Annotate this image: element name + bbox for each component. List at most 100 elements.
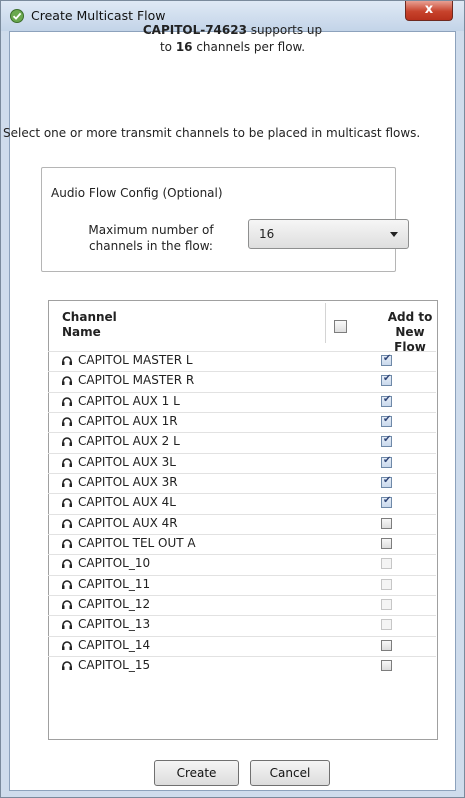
- channel-name: CAPITOL_11: [78, 576, 151, 591]
- channel-name: CAPITOL MASTER L: [78, 353, 193, 367]
- row-divider: [48, 351, 436, 352]
- table-row[interactable]: CAPITOL_14: [48, 635, 436, 656]
- headphones-icon: [62, 457, 72, 467]
- max-label-line2: channels in the flow:: [89, 239, 213, 253]
- channel-name: CAPITOL_14: [78, 637, 151, 652]
- add-to-flow-checkbox[interactable]: ✔: [381, 414, 392, 428]
- table-row[interactable]: CAPITOL AUX 1 L ✔: [48, 391, 436, 412]
- headphones-icon: [62, 498, 72, 508]
- select-all-checkbox[interactable]: [334, 320, 347, 333]
- add-to-flow-checkbox[interactable]: ✔: [381, 475, 392, 489]
- table-row[interactable]: CAPITOL AUX 4R: [48, 513, 436, 534]
- table-row[interactable]: CAPITOL AUX 2 L ✔: [48, 432, 436, 452]
- row-divider: [48, 635, 436, 637]
- channel-name: CAPITOL AUX 4R: [78, 515, 178, 530]
- add-to-flow-checkbox: [381, 599, 392, 611]
- headphones-icon: [62, 620, 72, 630]
- channel-name: CAPITOL AUX 1R: [78, 414, 178, 429]
- table-row[interactable]: CAPITOL AUX 4L ✔: [48, 493, 436, 513]
- add-to-flow-checkbox[interactable]: ✔: [381, 394, 392, 407]
- group-legend: Audio Flow Config (Optional): [49, 186, 225, 200]
- header-separator: [325, 303, 326, 343]
- table-row[interactable]: CAPITOL AUX 3L ✔: [48, 452, 436, 473]
- headphones-icon: [62, 641, 72, 650]
- close-icon: x: [424, 2, 434, 17]
- row-divider: [48, 513, 436, 515]
- checkmark-icon: ✔: [383, 434, 392, 446]
- table-row[interactable]: CAPITOL_12: [48, 595, 436, 615]
- col-name-line1: Channel: [62, 310, 117, 324]
- table-row[interactable]: CAPITOL_13: [48, 615, 436, 635]
- shield-check-icon: [10, 9, 24, 23]
- create-button[interactable]: Create: [154, 760, 239, 786]
- cancel-button[interactable]: Cancel: [250, 760, 330, 786]
- row-divider: [48, 493, 436, 495]
- checkmark-icon: ✔: [383, 414, 392, 426]
- max-label-line1: Maximum number of: [88, 223, 214, 237]
- channel-name: CAPITOL MASTER R: [78, 373, 195, 388]
- column-header-channel-name: Channel Name: [62, 310, 117, 340]
- checkmark-icon: ✔: [383, 475, 392, 487]
- headphones-icon: [62, 518, 72, 528]
- headphones-icon: [62, 396, 72, 406]
- add-to-flow-checkbox[interactable]: [381, 660, 392, 672]
- headphones-icon: [62, 376, 72, 386]
- channel-name: CAPITOL_12: [78, 597, 151, 612]
- checkmark-icon: ✔: [383, 454, 392, 466]
- row-divider: [48, 412, 436, 414]
- add-to-flow-checkbox[interactable]: [381, 639, 392, 651]
- column-header-add-to-new-flow: Add to New Flow: [382, 310, 438, 355]
- add-to-flow-checkbox[interactable]: ✔: [381, 434, 392, 448]
- row-divider: [48, 656, 436, 658]
- table-row[interactable]: CAPITOL AUX 3R ✔: [48, 473, 436, 493]
- col-add-line1: Add to: [387, 310, 433, 324]
- add-to-flow-checkbox[interactable]: ✔: [381, 495, 392, 509]
- device-name: CAPITOL-74623: [142, 23, 247, 37]
- support-info-line2: to 16 channels per flow.: [0, 40, 465, 54]
- channel-name: CAPITOL AUX 2 L: [78, 434, 180, 449]
- headphones-icon: [62, 559, 72, 569]
- table-row[interactable]: CAPITOL_11: [48, 574, 436, 595]
- table-row[interactable]: CAPITOL MASTER R ✔: [48, 371, 436, 391]
- add-to-flow-checkbox[interactable]: ✔: [381, 373, 392, 387]
- add-to-flow-checkbox[interactable]: ✔: [381, 353, 392, 366]
- row-divider: [48, 615, 436, 617]
- checkmark-icon: ✔: [383, 353, 392, 364]
- max-channels-label: Maximum number of channels in the flow:: [66, 222, 236, 254]
- add-to-flow-checkbox[interactable]: ✔: [381, 454, 392, 468]
- select-value: 16: [259, 227, 275, 241]
- window-title: Create Multicast Flow: [31, 8, 166, 23]
- close-button[interactable]: x: [405, 1, 453, 21]
- table-row[interactable]: CAPITOL_10: [48, 554, 436, 574]
- max-channels-count: 16: [175, 40, 193, 54]
- row-divider: [48, 554, 436, 556]
- channel-name: CAPITOL_15: [78, 658, 151, 673]
- col-name-line2: Name: [62, 325, 101, 339]
- table-row[interactable]: CAPITOL TEL OUT A: [48, 534, 436, 554]
- row-divider: [48, 595, 436, 597]
- max-channels-select[interactable]: 16: [248, 219, 409, 249]
- channel-name: CAPITOL TEL OUT A: [78, 536, 196, 551]
- row-divider: [48, 452, 436, 454]
- channel-name: CAPITOL AUX 1 L: [78, 393, 180, 408]
- add-to-flow-checkbox: [381, 578, 392, 590]
- add-to-flow-checkbox[interactable]: [381, 517, 392, 529]
- headphones-icon: [62, 437, 72, 447]
- support-text: supports up: [246, 23, 323, 37]
- channel-name: CAPITOL AUX 3L: [78, 454, 176, 469]
- dropdown-arrow-icon: [390, 232, 398, 237]
- channel-name: CAPITOL AUX 3R: [78, 475, 178, 490]
- checkmark-icon: ✔: [383, 495, 392, 507]
- channel-name: CAPITOL_13: [78, 617, 151, 632]
- channel-rows: CAPITOL MASTER L ✔ CAPITOL MASTER R ✔ CAPITO…: [48, 351, 436, 677]
- add-to-flow-checkbox: [381, 619, 392, 631]
- add-to-flow-checkbox[interactable]: [381, 538, 392, 550]
- row-divider: [48, 432, 436, 434]
- row-divider: [48, 371, 436, 373]
- channel-name: CAPITOL AUX 4L: [78, 495, 176, 510]
- checkmark-icon: ✔: [383, 373, 392, 385]
- support-info-line1: CAPITOL-74623 supports up: [0, 23, 465, 37]
- table-row[interactable]: CAPITOL MASTER L ✔: [48, 351, 436, 371]
- table-row[interactable]: CAPITOL AUX 1R ✔: [48, 412, 436, 432]
- table-row[interactable]: CAPITOL_15: [48, 656, 436, 676]
